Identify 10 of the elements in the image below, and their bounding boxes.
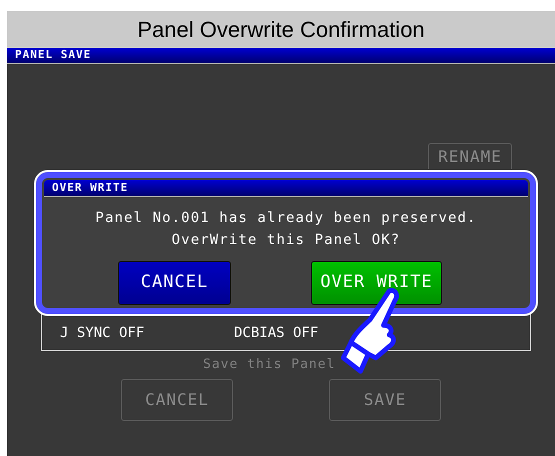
screen-title-bar: PANEL SAVE [7,48,555,64]
prompt-text: Save this Panel [203,357,336,372]
setting-text: DCBIAS OFF [234,324,318,343]
dialog-message: OverWrite this Panel OK? [170,231,402,250]
dialog-message: Panel No.001 has already been preserved. [94,209,478,228]
setting-text: J SYNC OFF [60,324,146,343]
cancel-button[interactable]: CANCEL [118,261,231,305]
caption-title: Panel Overwrite Confirmation [7,11,555,48]
dialog-title-bar: OVER WRITE [44,180,528,197]
overwrite-button[interactable]: OVER WRITE [311,261,442,305]
